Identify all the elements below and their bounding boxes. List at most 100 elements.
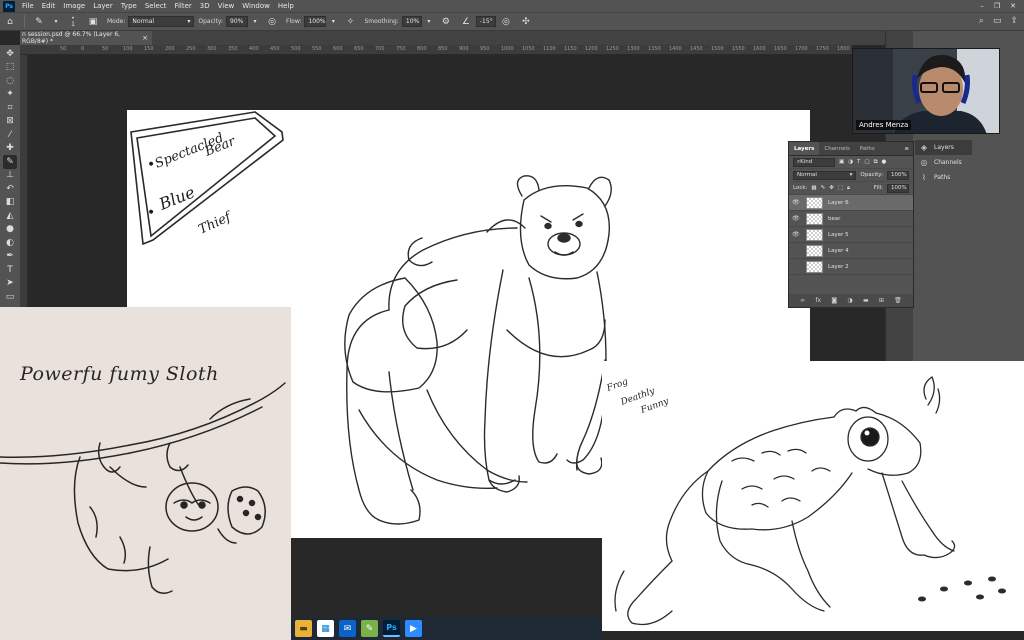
smoothing-field[interactable]: 10% [401,16,422,27]
brush-settings-icon[interactable]: ▣ [87,16,99,28]
lock-pixels-icon[interactable]: ✎ [821,185,826,191]
menu-type[interactable]: Type [117,2,141,10]
layer-row[interactable]: 👁︎ bear [789,211,913,227]
file-explorer-icon[interactable]: ▬ [295,620,312,637]
filter-smart-icon[interactable]: ⧉ [874,159,878,166]
flow-field[interactable]: 100% [304,16,327,27]
collapsed-paths[interactable]: ⌇ Paths [915,170,972,185]
symmetry-icon[interactable]: ✣ [520,16,532,28]
layer-filter-select[interactable]: ⌕ Kind [793,157,835,167]
chevron-down-icon[interactable]: ▾ [252,16,258,28]
layer-row[interactable]: Layer 4 [789,243,913,259]
airbrush-icon[interactable]: ✧ [344,16,356,28]
fx-icon[interactable]: fx [815,297,821,304]
opacity-field[interactable]: 90% [226,16,249,27]
filter-type-icon[interactable]: T [857,159,860,165]
dodge-tool-icon[interactable]: ◐ [3,236,17,250]
history-brush-tool-icon[interactable]: ↶ [3,182,17,196]
home-icon[interactable]: ⌂ [4,16,16,28]
adjustment-icon[interactable]: ◑ [847,297,852,304]
healing-brush-tool-icon[interactable]: ✚ [3,142,17,156]
mask-icon[interactable]: ◙ [831,297,837,304]
eye-icon[interactable]: 👁︎ [792,215,802,222]
menu-file[interactable]: File [18,2,38,10]
move-tool-icon[interactable]: ✥ [3,47,17,61]
gear-icon[interactable]: ⚙ [440,16,452,28]
chevron-down-icon[interactable]: ▾ [330,16,336,28]
layer-row[interactable]: 👁︎ Layer 6 [789,195,913,211]
new-layer-icon[interactable]: ⊞ [879,297,884,304]
menu-filter[interactable]: Filter [170,2,195,10]
eye-icon[interactable]: 👁︎ [792,231,802,238]
fill-field[interactable]: 100% [887,183,909,193]
chevron-down-icon[interactable]: ▾ [426,16,432,28]
marquee-tool-icon[interactable]: ⬚ [3,61,17,75]
tab-paths[interactable]: Paths [855,142,880,155]
chevron-down-icon: ▾ [187,18,191,25]
lock-position-icon[interactable]: ✥ [829,185,834,191]
lock-all-icon[interactable]: 🔒︎ [847,185,850,192]
mail-icon[interactable]: ✉ [339,620,356,637]
menu-image[interactable]: Image [59,2,89,10]
brush-tool-icon[interactable]: ✎ [33,16,45,28]
eyedropper-tool-icon[interactable]: ⁄ [3,128,17,142]
path-selection-tool-icon[interactable]: ➤ [3,277,17,291]
filter-shape-icon[interactable]: ▢ [864,159,869,165]
store-icon[interactable]: ▦ [317,620,334,637]
frame-tool-icon[interactable]: ⊠ [3,115,17,129]
layer-row[interactable]: Layer 2 [789,259,913,275]
filter-pixel-icon[interactable]: ▣ [839,159,844,165]
pressure-size-icon[interactable]: ◎ [500,16,512,28]
menu-layer[interactable]: Layer [89,2,117,10]
lasso-tool-icon[interactable]: ◌ [3,74,17,88]
eraser-tool-icon[interactable]: ◧ [3,196,17,210]
eye-icon[interactable]: 👁︎ [792,199,802,206]
menu-edit[interactable]: Edit [38,2,60,10]
crop-tool-icon[interactable]: ⌗ [3,101,17,115]
lock-transparent-icon[interactable]: ▦ [811,185,816,191]
filter-adjustment-icon[interactable]: ◑ [848,159,853,165]
restore-icon[interactable]: ❐ [994,2,1000,10]
magic-wand-tool-icon[interactable]: ✦ [3,88,17,102]
menu-help[interactable]: Help [274,2,298,10]
paint-bucket-tool-icon[interactable]: ◭ [3,209,17,223]
collapsed-channels[interactable]: ◎ Channels [915,155,972,170]
mode-select[interactable]: Normal ▾ [128,16,195,27]
blur-tool-icon[interactable]: ● [3,223,17,237]
menu-window[interactable]: Window [238,2,274,10]
close-tab-icon[interactable]: × [142,34,148,42]
brush-tool-icon[interactable]: ✎ [3,155,17,169]
clone-stamp-tool-icon[interactable]: ⊥ [3,169,17,183]
minimize-icon[interactable]: – [980,2,984,10]
tab-layers[interactable]: Layers [789,142,820,155]
menu-view[interactable]: View [214,2,239,10]
workspace-icon[interactable]: ▭ [993,16,1002,26]
collapsed-layers[interactable]: ◈ Layers [915,140,972,155]
zoom-icon[interactable]: ▶ [405,620,422,637]
panel-menu-icon[interactable]: ≡ [904,142,913,155]
trash-icon[interactable]: 🗑︎ [894,297,902,304]
tab-channels[interactable]: Channels [819,142,854,155]
photoshop-icon[interactable]: Ps [383,620,400,637]
document-tab[interactable]: n session.psd @ 66.7% (Layer 6, RGB/8#) … [20,31,152,45]
close-icon[interactable]: ✕ [1010,2,1016,10]
group-icon[interactable]: ▬ [863,297,869,304]
chevron-down-icon[interactable]: ▾ [53,16,59,28]
menu-3d[interactable]: 3D [196,2,214,10]
layer-row[interactable]: 👁︎ Layer 5 [789,227,913,243]
blend-mode-select[interactable]: Normal ▾ [793,170,857,180]
search-icon[interactable]: ⌕ [979,16,984,26]
layer-opacity-field[interactable]: 100% [887,170,909,180]
rectangle-tool-icon[interactable]: ▭ [3,290,17,304]
brush-size-preview[interactable]: • 1 [67,15,79,28]
lock-artboard-icon[interactable]: ⬚ [838,185,843,191]
notes-icon[interactable]: ✎ [361,620,378,637]
pen-tool-icon[interactable]: ✒ [3,250,17,264]
filter-toggle-icon[interactable]: ● [882,159,887,165]
type-tool-icon[interactable]: T [3,263,17,277]
link-icon[interactable]: ∞ [800,297,805,304]
share-icon[interactable]: ⇪ [1010,16,1018,26]
pressure-opacity-icon[interactable]: ◎ [266,16,278,28]
angle-field[interactable]: -15° [475,16,496,27]
menu-select[interactable]: Select [141,2,171,10]
